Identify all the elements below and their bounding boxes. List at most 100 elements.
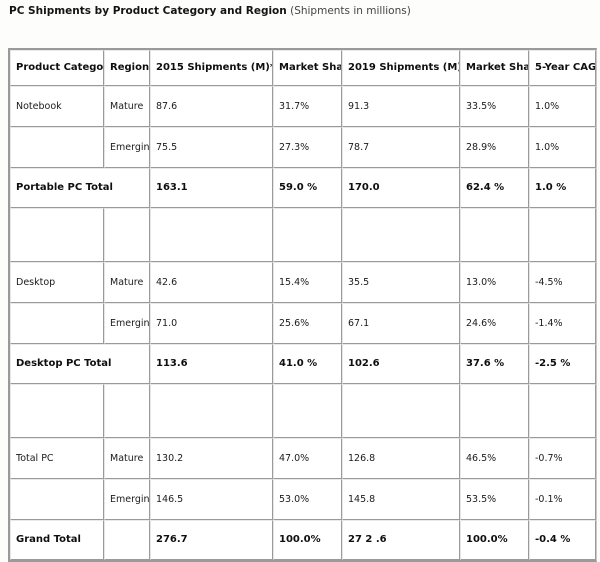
cell-five-year-cagr [529,384,596,438]
cell-region: Emerging [104,479,150,520]
cell-product-category [10,127,104,168]
cell-shipments-2015: 130.2 [150,438,273,479]
table-row: Emerging146.553.0%145.853.5%-0.1% [10,479,596,520]
cell-shipments-2019: 35.5 [342,262,460,303]
page-title-text: PC Shipments by Product Category and Reg… [9,5,287,17]
cell-region: Mature [104,438,150,479]
page-root: PC Shipments by Product Category and Reg… [0,0,600,562]
shipments-table-container: Product CategoryRegion2015 Shipments (M)… [8,48,597,562]
table-spacer-row [10,208,596,262]
column-header-market-share-2019[interactable]: Market Share [460,50,529,86]
cell-market-share-2019: 28.9% [460,127,529,168]
cell-shipments-2015: 75.5 [150,127,273,168]
column-header-shipments-2019[interactable]: 2019 Shipments (M)* [342,50,460,86]
cell-five-year-cagr [529,208,596,262]
column-header-shipments-2015[interactable]: 2015 Shipments (M)* [150,50,273,86]
cell-market-share-2015: 100.0% [273,520,342,560]
cell-product-category: Notebook [10,86,104,127]
column-header-market-share-2015[interactable]: Market Share [273,50,342,86]
cell-shipments-2019: 91.3 [342,86,460,127]
cell-shipments-2019: 126.8 [342,438,460,479]
cell-market-share-2015: 15.4% [273,262,342,303]
cell-five-year-cagr: -0.1% [529,479,596,520]
page-title-note: (Shipments in millions) [290,5,411,17]
cell-shipments-2019: 145.8 [342,479,460,520]
cell-product-category [10,479,104,520]
cell-shipments-2015: 276.7 [150,520,273,560]
table-row: Notebook Mature 87.6 31.7% 91.3 33.5% 1.0% [10,86,596,127]
cell-region: Mature [104,262,150,303]
cell-shipments-2019 [342,384,460,438]
cell-shipments-2019: 102.6 [342,344,460,384]
cell-product-category [10,384,104,438]
cell-product-category [10,303,104,344]
table-row: Total PC Mature 130.2 47.0% 126.8 46.5% -0.7% [10,438,596,479]
cell-market-share-2019: 53.5% [460,479,529,520]
cell-shipments-2019 [342,208,460,262]
cell-region: Emerging [104,127,150,168]
table-header-row: Product CategoryRegion2015 Shipments (M)… [10,50,596,86]
cell-region [104,384,150,438]
cell-market-share-2019 [460,384,529,438]
cell-region [104,520,150,560]
table-row: Desktop Mature 42.6 15.4% 35.5 13.0% -4.5% [10,262,596,303]
cell-product-category: Grand Total [10,520,104,560]
page-title: PC Shipments by Product Category and Reg… [9,4,411,18]
column-header-region[interactable]: Region [104,50,150,86]
column-header-five-year-cagr[interactable]: 5-Year CAGR [529,50,596,86]
cell-five-year-cagr: 1.0% [529,86,596,127]
cell-product-category [10,208,104,262]
cell-market-share-2015: 53.0% [273,479,342,520]
table-total-row: Portable PC Total 163.1 59.0 % 170.0 62.4 % 1… [10,168,596,208]
cell-market-share-2019 [460,208,529,262]
cell-market-share-2019: 24.6% [460,303,529,344]
cell-market-share-2015: 27.3% [273,127,342,168]
cell-shipments-2015: 113.6 [150,344,273,384]
cell-market-share-2019: 62.4 % [460,168,529,208]
cell-shipments-2019: 170.0 [342,168,460,208]
cell-market-share-2015: 41.0 % [273,344,342,384]
cell-market-share-2015 [273,208,342,262]
cell-five-year-cagr: -2.5 % [529,344,596,384]
cell-shipments-2015: 146.5 [150,479,273,520]
table-spacer-row [10,384,596,438]
cell-shipments-2015: 71.0 [150,303,273,344]
cell-region [104,208,150,262]
table-row: Emerging75.527.3%78.728.9%1.0% [10,127,596,168]
shipments-table: Product CategoryRegion2015 Shipments (M)… [8,48,597,562]
cell-market-share-2019: 100.0% [460,520,529,560]
table-total-row: Grand Total 276.7 100.0% 27 2 .6 100.0% -0.4 … [10,520,596,560]
cell-five-year-cagr: -0.4 % [529,520,596,560]
cell-product-category: Total PC [10,438,104,479]
cell-shipments-2019: 67.1 [342,303,460,344]
cell-market-share-2015 [273,384,342,438]
cell-region: Mature [104,86,150,127]
cell-market-share-2015: 25.6% [273,303,342,344]
cell-shipments-2015: 87.6 [150,86,273,127]
cell-shipments-2015 [150,208,273,262]
column-header-product-category[interactable]: Product Category [10,50,104,86]
table-row: Emerging71.025.6%67.124.6%-1.4% [10,303,596,344]
cell-five-year-cagr: -0.7% [529,438,596,479]
cell-market-share-2015: 59.0 % [273,168,342,208]
cell-five-year-cagr: -1.4% [529,303,596,344]
cell-product-category: Desktop PC Total [10,344,150,384]
cell-market-share-2019: 46.5% [460,438,529,479]
cell-market-share-2019: 37.6 % [460,344,529,384]
cell-market-share-2015: 47.0% [273,438,342,479]
cell-five-year-cagr: 1.0% [529,127,596,168]
cell-region: Emerging [104,303,150,344]
cell-five-year-cagr: 1.0 % [529,168,596,208]
cell-shipments-2015: 163.1 [150,168,273,208]
cell-shipments-2015 [150,384,273,438]
cell-market-share-2019: 13.0% [460,262,529,303]
cell-shipments-2019: 78.7 [342,127,460,168]
cell-shipments-2019: 27 2 .6 [342,520,460,560]
cell-five-year-cagr: -4.5% [529,262,596,303]
cell-shipments-2015: 42.6 [150,262,273,303]
table-body: Product CategoryRegion2015 Shipments (M)… [10,50,596,560]
cell-market-share-2015: 31.7% [273,86,342,127]
cell-product-category: Desktop [10,262,104,303]
cell-product-category: Portable PC Total [10,168,150,208]
table-total-row: Desktop PC Total 113.6 41.0 % 102.6 37.6 % -2… [10,344,596,384]
